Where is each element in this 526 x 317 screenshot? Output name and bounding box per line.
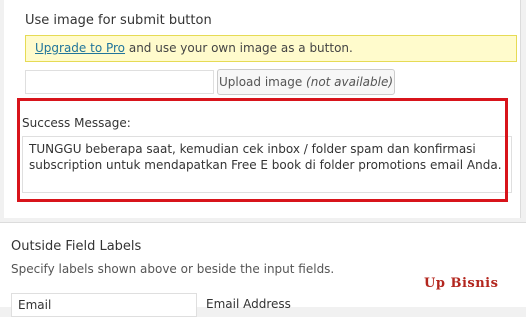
outside-field-labels-description: Specify labels shown above or beside the… xyxy=(11,262,335,276)
submit-image-input[interactable] xyxy=(25,70,214,94)
submit-button-section-title: Use image for submit button xyxy=(25,13,212,28)
email-label-input[interactable]: Email xyxy=(11,293,197,317)
upgrade-to-pro-link[interactable]: Upgrade to Pro xyxy=(35,41,125,55)
upload-image-button[interactable]: Upload image (not available) xyxy=(217,69,395,95)
outside-field-labels-section: Outside Field Labels Specify labels show… xyxy=(0,222,526,317)
highlight-box xyxy=(17,98,508,202)
upload-image-label: Upload image xyxy=(218,75,307,89)
watermark: Up Bisnis xyxy=(424,276,499,291)
upload-image-note: (not available) xyxy=(306,75,394,89)
outside-field-labels-title: Outside Field Labels xyxy=(11,239,142,254)
email-address-label: Email Address xyxy=(206,297,291,311)
upgrade-notice-text: and use your own image as a button. xyxy=(125,41,353,55)
upgrade-notice: Upgrade to Pro and use your own image as… xyxy=(25,35,517,62)
